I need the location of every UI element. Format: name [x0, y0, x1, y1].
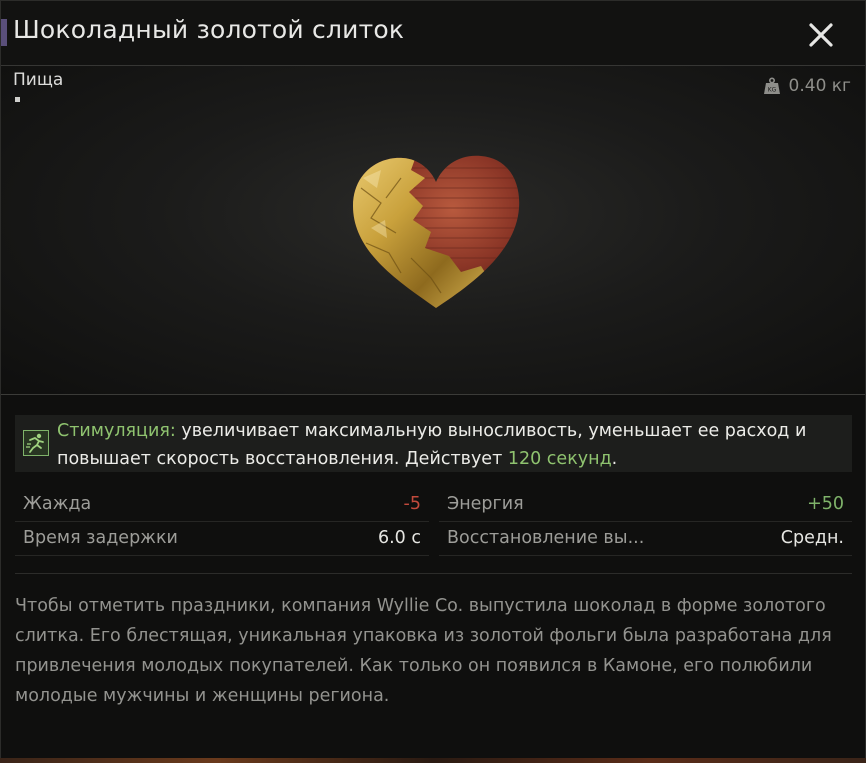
stat-use-delay: Время задержки 6.0 с — [15, 525, 429, 556]
item-category: Пища — [13, 70, 64, 90]
background-strip — [0, 758, 866, 763]
category-marker — [15, 97, 20, 102]
section-divider — [15, 573, 852, 574]
item-weight: KG 0.40 кг — [763, 76, 851, 96]
item-title: Шоколадный золотой слиток — [13, 15, 405, 44]
close-icon — [809, 23, 833, 47]
effect-duration: 120 секунд — [507, 449, 612, 469]
item-preview: Пища KG 0.40 кг — [1, 66, 865, 395]
stat-value: 6.0 с — [377, 528, 421, 548]
close-button[interactable] — [801, 15, 841, 55]
weight-value: 0.40 кг — [788, 76, 851, 96]
effect-description: Стимуляция: увеличивает максимальную вын… — [15, 415, 852, 472]
stat-value: Средн. — [780, 528, 844, 548]
item-info-window: Шоколадный золотой слиток Пища KG 0.40 к… — [0, 0, 866, 759]
stat-label: Жажда — [23, 494, 92, 514]
running-person-icon — [23, 430, 49, 456]
title-bar: Шоколадный золотой слиток — [1, 1, 865, 66]
stat-label: Энергия — [447, 494, 524, 514]
stat-label: Восстановление вы... — [447, 528, 645, 548]
stat-label: Время задержки — [23, 528, 178, 548]
title-accent — [1, 19, 7, 46]
effect-text: Стимуляция: увеличивает максимальную вын… — [57, 417, 847, 473]
stat-thirst: Жажда -5 — [15, 491, 429, 522]
stat-energy: Энергия +50 — [439, 491, 852, 522]
effect-end: . — [611, 449, 618, 469]
stat-value: -5 — [403, 494, 421, 514]
item-description: Чтобы отметить праздники, компания Wylli… — [15, 596, 832, 706]
effect-name: Стимуляция: — [57, 421, 176, 441]
svg-text:KG: KG — [767, 87, 776, 94]
weight-icon: KG — [763, 77, 780, 94]
chocolate-heart-image — [353, 155, 520, 308]
stat-value: +50 — [807, 494, 844, 514]
item-stats: Жажда -5 Энергия +50 Время задержки 6.0 … — [15, 491, 852, 561]
stat-recovery: Восстановление вы... Средн. — [439, 525, 852, 556]
